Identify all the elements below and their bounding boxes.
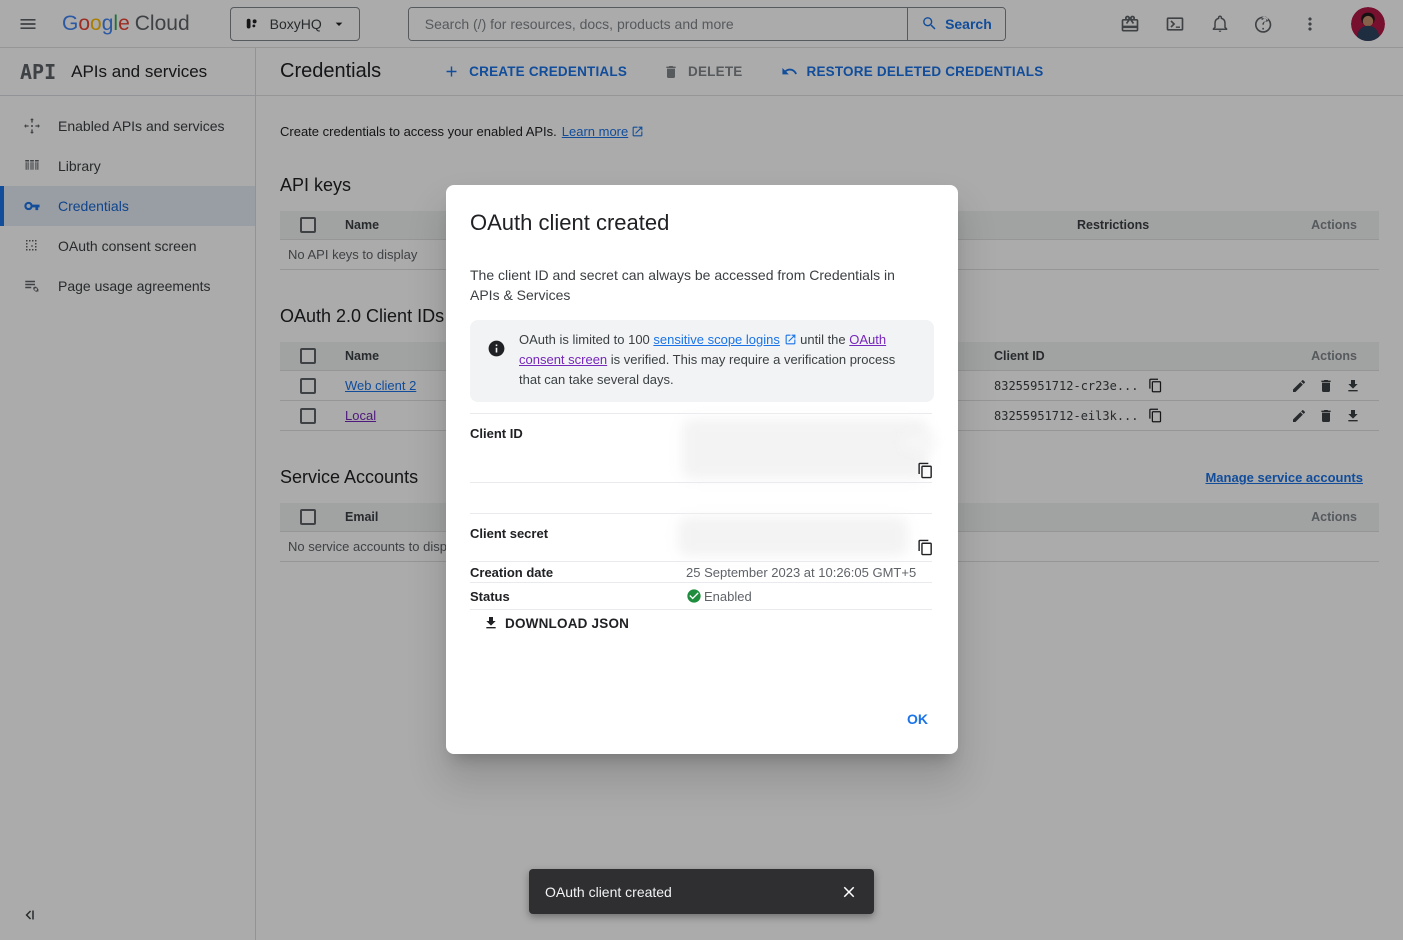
creation-date-label: Creation date	[470, 565, 686, 580]
dialog-subtitle: The client ID and secret can always be a…	[470, 265, 922, 305]
check-circle-icon	[686, 588, 702, 604]
download-json-button[interactable]: DOWNLOAD JSON	[483, 615, 629, 631]
download-icon	[483, 615, 499, 631]
snackbar: OAuth client created	[529, 869, 874, 914]
external-link-icon	[784, 333, 797, 346]
info-banner: OAuth is limited to 100 sensitive scope …	[470, 320, 934, 402]
client-secret-redacted	[678, 517, 908, 556]
info-icon	[487, 339, 506, 402]
sensitive-scope-logins-link[interactable]: sensitive scope logins	[653, 332, 779, 347]
client-secret-row: Client secret	[470, 513, 932, 561]
status-row: Status Enabled	[470, 582, 932, 610]
client-id-redacted	[902, 434, 936, 450]
close-icon[interactable]	[840, 883, 858, 901]
status-label: Status	[470, 589, 686, 604]
empty-row	[470, 482, 932, 513]
status-value: Enabled	[704, 589, 752, 604]
snackbar-message: OAuth client created	[545, 884, 672, 900]
creation-date-value: 25 September 2023 at 10:26:05 GMT+5	[686, 565, 916, 580]
copy-client-secret-icon[interactable]	[917, 539, 934, 556]
info-banner-text: OAuth is limited to 100 sensitive scope …	[519, 330, 905, 402]
oauth-client-created-dialog: OAuth client created The client ID and s…	[446, 185, 958, 754]
client-id-redacted	[682, 419, 928, 479]
copy-client-id-icon[interactable]	[917, 462, 934, 479]
client-id-row: Client ID	[470, 413, 932, 482]
client-id-label: Client ID	[470, 414, 686, 482]
creation-date-row: Creation date 25 September 2023 at 10:26…	[470, 561, 932, 582]
ok-button[interactable]: OK	[901, 707, 934, 731]
client-secret-label: Client secret	[470, 514, 686, 561]
dialog-title: OAuth client created	[470, 210, 669, 236]
